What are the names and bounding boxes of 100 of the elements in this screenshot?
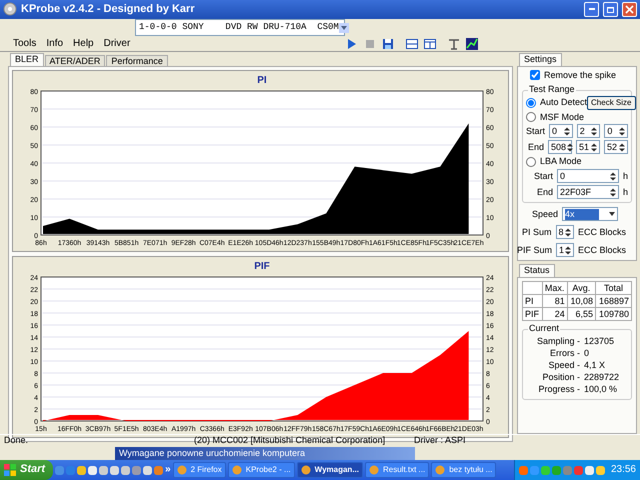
spin-field[interactable]: 508 xyxy=(548,140,572,154)
tab[interactable]: ATER/ADER xyxy=(44,54,106,66)
radio-button[interactable] xyxy=(526,156,536,167)
field-value: 123705 xyxy=(584,336,614,348)
field-value: 100,0 % xyxy=(584,384,618,396)
tab[interactable]: Settings xyxy=(519,52,562,66)
taskbar-button[interactable]: KProbe2 - ... xyxy=(228,462,295,478)
spin-buttons[interactable] xyxy=(564,226,572,238)
taskbar-button[interactable]: 2 Firefox xyxy=(172,462,226,478)
layout-icon[interactable] xyxy=(423,36,438,51)
status-text: Driver : ASPI xyxy=(414,435,467,446)
table-cell: 10,08 xyxy=(567,294,596,308)
menu-item[interactable]: Info xyxy=(41,38,68,50)
menu-item[interactable]: Driver xyxy=(98,38,136,50)
dropdown-arrow-icon xyxy=(608,210,616,218)
unit-label: ECC Blocks xyxy=(578,244,626,256)
unit-label: h xyxy=(622,186,628,198)
column-header: Avg. xyxy=(567,282,596,295)
field-value: 0 xyxy=(584,348,590,360)
unit-label: ECC Blocks xyxy=(578,226,626,238)
spin-buttons[interactable] xyxy=(618,126,626,137)
chart-icon[interactable] xyxy=(465,36,480,51)
spin-field[interactable]: 8 xyxy=(556,225,574,240)
tab[interactable]: Status xyxy=(519,264,555,278)
field-label: Position - xyxy=(541,372,580,384)
checkbox[interactable] xyxy=(530,70,540,80)
save-icon[interactable] xyxy=(381,36,396,51)
unit-label: h xyxy=(622,170,628,182)
spin-buttons[interactable] xyxy=(608,186,617,198)
taskbar-button[interactable]: Wymagan... xyxy=(296,462,363,478)
field-value: 4,1 X xyxy=(584,360,606,372)
app-icon xyxy=(176,465,187,475)
radio-label: Auto Detect xyxy=(540,97,588,108)
speed-dropdown[interactable]: 4x xyxy=(562,207,618,222)
tab[interactable]: Performance xyxy=(106,54,168,66)
field-label: Sampling - xyxy=(536,336,580,348)
spin-field[interactable]: 0 xyxy=(549,124,573,138)
field-label: End xyxy=(528,142,544,153)
minimize-button[interactable] xyxy=(584,2,599,17)
field-label: Progress - xyxy=(537,384,580,396)
window-title: KProbe v2.4.2 - Designed by Karr xyxy=(21,2,196,16)
app-icon xyxy=(435,465,446,475)
table-cell: 109780 xyxy=(595,308,632,321)
column-header: Max. xyxy=(542,282,568,295)
group-label: Test Range xyxy=(528,84,576,94)
table-cell: 168897 xyxy=(595,294,632,308)
notification-balloon: Wymagane ponowne uruchomienie komputera xyxy=(115,447,415,460)
checkbox-label: Remove the spike xyxy=(544,70,616,81)
field-label: Start xyxy=(526,126,546,137)
radio-button[interactable] xyxy=(526,98,536,108)
spin-buttons[interactable] xyxy=(608,170,617,182)
spin-field[interactable]: 1 xyxy=(556,243,574,258)
layout-icon[interactable] xyxy=(405,36,420,51)
chart-title: PIF xyxy=(254,260,270,272)
spin-field[interactable]: 52 xyxy=(604,140,628,154)
spin-buttons[interactable] xyxy=(564,244,572,256)
spin-field[interactable]: 22F03F xyxy=(556,185,619,200)
minimize-icon xyxy=(588,8,594,10)
spin-buttons[interactable] xyxy=(562,126,571,137)
row-header: PI xyxy=(522,294,542,308)
windows-logo-icon xyxy=(4,464,16,476)
tab[interactable]: BLER xyxy=(10,52,44,66)
start-button[interactable]: Start xyxy=(0,460,54,480)
radio-button[interactable] xyxy=(526,112,536,122)
app-icon xyxy=(300,465,311,475)
taskbar-button[interactable]: bez tytułu ... xyxy=(431,462,496,478)
spin-field[interactable]: 51 xyxy=(576,140,600,154)
table-cell: 6,55 xyxy=(567,308,596,321)
menu-item[interactable]: Help xyxy=(68,38,99,50)
spin-buttons[interactable] xyxy=(590,142,598,153)
status-text: Done. xyxy=(4,435,30,446)
group-label: Current xyxy=(528,323,560,334)
spin-buttons[interactable] xyxy=(618,142,626,153)
chart-title: PI xyxy=(257,74,267,86)
spin-field[interactable]: 0 xyxy=(556,169,619,184)
maximize-icon xyxy=(606,4,615,14)
taskbar-button[interactable]: Result.txt ... xyxy=(364,462,430,478)
menu-item[interactable]: Tools xyxy=(8,38,42,50)
field-label: Speed - xyxy=(547,360,580,372)
close-button[interactable] xyxy=(622,2,637,17)
spin-field[interactable]: 2 xyxy=(576,124,600,138)
check-size-button[interactable]: Check Size xyxy=(587,96,636,110)
column-header: Total xyxy=(595,282,632,295)
close-icon xyxy=(625,4,634,14)
clock: 23:56 xyxy=(610,464,636,476)
status-text: (20) MCC002 [Mitsubishi Chemical Corporation] xyxy=(194,435,386,446)
disc-icon xyxy=(3,2,17,16)
maximize-button[interactable] xyxy=(603,2,618,17)
field-label: Speed xyxy=(532,208,558,220)
overflow-chevron[interactable]: » xyxy=(165,464,171,476)
table-cell: 81 xyxy=(542,294,568,308)
field-label: PIF Sum xyxy=(516,244,552,256)
field-label: Errors - xyxy=(549,348,580,360)
field-label: Start xyxy=(534,170,553,182)
row-header: PIF xyxy=(522,308,542,321)
spin-buttons[interactable] xyxy=(590,126,598,137)
spin-field[interactable]: 0 xyxy=(604,124,628,138)
radio-label: LBA Mode xyxy=(540,156,582,168)
table-cell: 24 xyxy=(542,308,568,321)
field-value: 2289722 xyxy=(584,372,620,384)
